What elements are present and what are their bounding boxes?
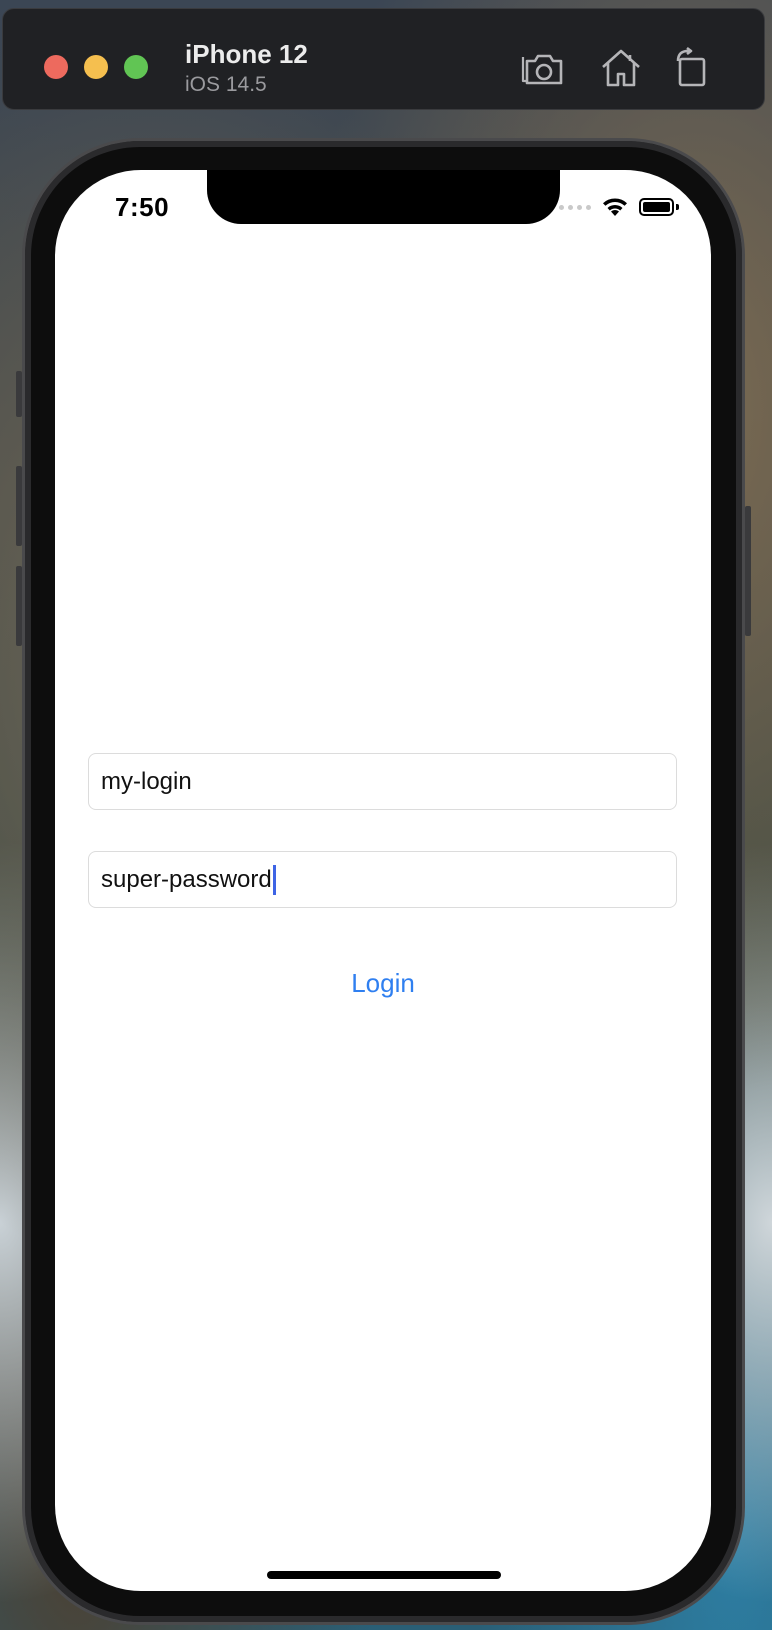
phone-screen: 7:50 my-login super-password Login — [55, 170, 711, 1591]
login-field-value: my-login — [101, 767, 192, 795]
maximize-window-button[interactable] — [124, 55, 148, 79]
screenshot-icon[interactable] — [521, 45, 567, 91]
silent-switch — [16, 371, 22, 417]
login-button[interactable]: Login — [55, 968, 711, 999]
battery-icon — [639, 198, 679, 216]
wifi-icon — [601, 196, 629, 218]
power-button — [745, 506, 751, 636]
status-time: 7:50 — [115, 192, 170, 222]
device-name: iPhone 12 — [185, 39, 308, 69]
rotate-icon[interactable] — [670, 45, 716, 91]
volume-up-button — [16, 466, 22, 546]
status-icons — [559, 196, 679, 218]
password-field-value: super-password — [101, 865, 272, 893]
os-version: iOS 14.5 — [185, 73, 267, 96]
cellular-icon — [559, 204, 591, 210]
simulator-titlebar: iPhone 12 iOS 14.5 — [2, 8, 765, 110]
minimize-window-button[interactable] — [84, 55, 108, 79]
home-indicator[interactable] — [267, 1571, 501, 1579]
text-cursor — [272, 864, 276, 895]
password-field[interactable]: super-password — [88, 851, 677, 908]
notch — [207, 170, 560, 224]
home-icon[interactable] — [598, 45, 644, 91]
login-field[interactable]: my-login — [88, 753, 677, 810]
close-window-button[interactable] — [44, 55, 68, 79]
volume-down-button — [16, 566, 22, 646]
